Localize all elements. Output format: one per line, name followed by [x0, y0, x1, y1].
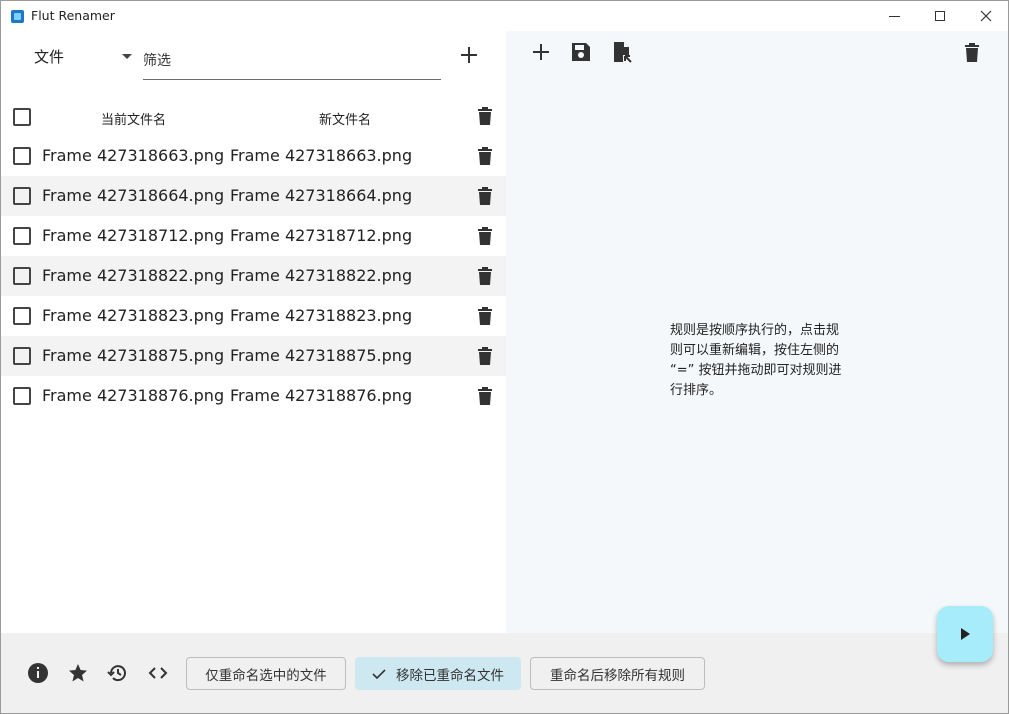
add-file-icon[interactable] [459, 45, 479, 65]
new-filename: Frame 427318712.png [230, 226, 413, 245]
close-icon [980, 10, 992, 22]
row-checkbox[interactable] [13, 187, 31, 205]
file-row[interactable]: Frame 427318876.png Frame 427318876.png [1, 376, 506, 416]
delete-row-icon[interactable] [477, 186, 493, 206]
delete-row-icon[interactable] [477, 386, 493, 406]
bottom-bar: 仅重命名选中的文件 移除已重命名文件 重命名后移除所有规则 [1, 633, 1008, 713]
current-filename: Frame 427318712.png [42, 226, 225, 245]
delete-row-icon[interactable] [477, 266, 493, 286]
new-filename: Frame 427318876.png [230, 386, 413, 405]
history-icon[interactable] [107, 662, 129, 684]
file-list-panel: 文件 当前文件名 新文件名 Frame 427318663.pngFrame 4… [1, 31, 506, 633]
list-header: 当前文件名 新文件名 [1, 101, 506, 136]
file-import-icon[interactable] [611, 41, 633, 63]
minimize-button[interactable] [871, 1, 917, 31]
delete-row-icon[interactable] [477, 226, 493, 246]
remove-renamed-chip[interactable]: 移除已重命名文件 [355, 657, 521, 690]
file-row[interactable]: Frame 427318823.png Frame 427318823.png [1, 296, 506, 336]
file-row[interactable]: Frame 427318875.png Frame 427318875.png [1, 336, 506, 376]
row-checkbox[interactable] [13, 307, 31, 325]
maximize-button[interactable] [917, 1, 963, 31]
dropdown-arrow-icon[interactable] [122, 54, 132, 59]
file-row[interactable]: Frame 427318712.png Frame 427318712.png [1, 216, 506, 256]
new-filename: Frame 427318663.png [230, 146, 413, 165]
current-filename: Frame 427318876.png [42, 386, 225, 405]
rename-selected-only-label: 仅重命名选中的文件 [205, 667, 327, 684]
new-filename: Frame 427318822.png [230, 266, 413, 285]
new-filename: Frame 427318875.png [230, 346, 413, 365]
select-all-checkbox[interactable] [13, 108, 31, 126]
new-filename: Frame 427318664.png [230, 186, 413, 205]
current-filename: Frame 427318822.png [42, 266, 225, 285]
delete-row-icon[interactable] [477, 306, 493, 326]
row-checkbox[interactable] [13, 387, 31, 405]
delete-all-rules-icon[interactable] [961, 41, 983, 63]
star-icon[interactable] [67, 662, 89, 684]
close-button[interactable] [963, 1, 1008, 31]
check-icon [372, 668, 386, 679]
delete-all-icon[interactable] [477, 106, 493, 126]
rules-panel: 规则是按顺序执行的，点击规则可以重新编辑，按住左侧的 “=” 按钮并拖动即可对规… [506, 31, 1008, 633]
row-checkbox[interactable] [13, 147, 31, 165]
add-rule-icon[interactable] [530, 41, 552, 63]
row-checkbox[interactable] [13, 227, 31, 245]
new-filename: Frame 427318823.png [230, 306, 413, 325]
title-bar: Flut Renamer [1, 1, 1008, 31]
window-title: Flut Renamer [31, 8, 115, 23]
file-row[interactable]: Frame 427318663.png Frame 427318663.png [1, 136, 506, 176]
current-filename: Frame 427318823.png [42, 306, 225, 325]
file-row[interactable]: Frame 427318822.png Frame 427318822.png [1, 256, 506, 296]
run-rename-button[interactable] [937, 606, 993, 662]
rules-hint-text: 规则是按顺序执行的，点击规则可以重新编辑，按住左侧的 “=” 按钮并拖动即可对规… [670, 323, 842, 398]
play-icon [961, 628, 970, 640]
remove-rules-after-rename-label: 重命名后移除所有规则 [550, 667, 685, 684]
filter-input[interactable] [143, 43, 441, 80]
save-icon[interactable] [570, 41, 592, 63]
column-header-current: 当前文件名 [101, 113, 167, 128]
info-icon[interactable] [27, 662, 49, 684]
remove-rules-after-rename-chip[interactable]: 重命名后移除所有规则 [530, 657, 705, 690]
file-row[interactable]: Frame 427318664.png Frame 427318664.png [1, 176, 506, 216]
row-checkbox[interactable] [13, 267, 31, 285]
app-window: Flut Renamer 文件 当前文件名 新文件名 Frame 4273186… [0, 0, 1009, 714]
delete-row-icon[interactable] [477, 346, 493, 366]
file-menu-button[interactable]: 文件 [34, 46, 64, 67]
code-icon[interactable] [147, 662, 169, 684]
current-filename: Frame 427318663.png [42, 146, 225, 165]
delete-row-icon[interactable] [477, 146, 493, 166]
row-checkbox[interactable] [13, 347, 31, 365]
minimize-icon [888, 15, 900, 17]
column-header-new: 新文件名 [319, 113, 372, 128]
current-filename: Frame 427318664.png [42, 186, 225, 205]
rename-selected-only-chip[interactable]: 仅重命名选中的文件 [186, 657, 346, 690]
current-filename: Frame 427318875.png [42, 346, 225, 365]
app-logo-icon [11, 10, 24, 23]
remove-renamed-label: 移除已重命名文件 [396, 667, 504, 684]
maximize-icon [935, 11, 945, 21]
file-toolbar: 文件 [1, 31, 506, 91]
